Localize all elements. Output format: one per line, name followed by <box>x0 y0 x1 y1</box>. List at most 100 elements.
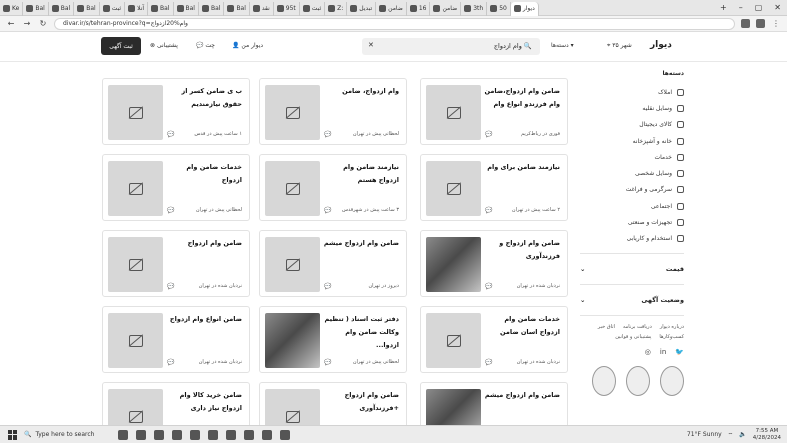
browser-tab[interactable]: 50 <box>487 1 511 16</box>
sidebar-category-item[interactable]: خانه و آشپزخانه <box>580 133 684 149</box>
browser-tab[interactable]: 95t <box>274 1 300 16</box>
listing-card[interactable]: ب ی ضامن کسر از حقوق نیازمندیم ۱ ساعت پیش… <box>102 78 250 145</box>
divar-logo[interactable]: دیوار <box>650 40 672 50</box>
samandehi-badge[interactable] <box>592 365 616 396</box>
city-selector[interactable]: ⌖ ۳۵ شهر <box>607 42 632 50</box>
browser-tab[interactable]: Bal <box>148 1 174 16</box>
sidebar-category-item[interactable]: سرگرمی و فراغت <box>580 182 684 198</box>
tab-label: ضامن <box>442 5 458 12</box>
sidebar-category-item[interactable]: تجهیزات و صنعتی <box>580 214 684 230</box>
wifi-icon[interactable]: ⌔ <box>728 431 734 439</box>
listing-card[interactable]: نیازمند ضامن وام ازدواج هستم ۳ ساعت پیش د… <box>259 154 407 221</box>
browser-tab[interactable]: 16 <box>407 1 431 16</box>
listing-card[interactable]: نیازمند ضامن برای وام ۲ ساعت پیش در تهران… <box>420 154 568 221</box>
chat-link[interactable]: 💬 چت <box>196 42 215 49</box>
price-filter[interactable]: قیمت ⌄ <box>580 260 684 278</box>
status-filter[interactable]: وضعیت آگهی ⌄ <box>580 291 684 309</box>
taskbar-app-icon[interactable] <box>136 429 146 440</box>
categories-dropdown[interactable]: دسته‌ها ▾ <box>551 42 574 49</box>
listing-card[interactable]: دفتر ثبت اسناد ( تنظیم وکالت ضامن وام از… <box>259 306 407 373</box>
maximize-icon[interactable]: ▢ <box>749 3 769 12</box>
taskbar-app-icon[interactable] <box>244 429 254 440</box>
clock[interactable]: 7:55 AM 4/28/2024 <box>753 428 781 442</box>
footer-link[interactable]: اتاق خبر <box>598 324 615 330</box>
extension-icon[interactable] <box>741 19 750 28</box>
listing-card[interactable]: خدمات ضامن وام ازدواج اسان ضامن نردبان شد… <box>420 306 568 373</box>
footer-link[interactable]: دریافت برنامه <box>623 324 652 330</box>
taskbar-app-icon[interactable] <box>280 429 290 440</box>
browser-tab-strip: Ke Bal Bal Bal ثبت آنلا Bal Bal Bal Bal نقد 95t ثبت Z… <box>0 0 787 16</box>
back-icon[interactable]: ← <box>6 19 16 28</box>
listing-card[interactable]: ضامن وام ازدواج نردبان شده در تهران 💬 <box>102 230 250 297</box>
listing-card[interactable]: ضامن انواع وام ازدواج نردبان شده در تهران… <box>102 306 250 373</box>
sidebar-category-item[interactable]: وسایل شخصی <box>580 165 684 181</box>
sidebar-category-item[interactable]: خدمات <box>580 149 684 165</box>
taskbar-app-icon[interactable] <box>172 429 182 440</box>
sidebar-category-item[interactable]: املاک <box>580 84 684 100</box>
browser-tab[interactable]: ثبت <box>100 1 126 16</box>
listing-card[interactable]: ضامن وام ازدواج،ضامن وام فرزندو انواع وا… <box>420 78 568 145</box>
taskbar-app-icon[interactable] <box>190 429 200 440</box>
search-input[interactable]: وام ازدواج 🔍 ✕ <box>362 38 540 55</box>
sidebar-category-item[interactable]: کالای دیجیتال <box>580 117 684 133</box>
taskbar-search[interactable]: 🔍 Type here to search <box>24 429 114 441</box>
browser-tab[interactable]: ضامن <box>430 1 462 16</box>
browser-tab[interactable]: نقد <box>250 1 274 16</box>
minimize-icon[interactable]: – <box>733 3 749 12</box>
listing-thumbnail-placeholder <box>108 85 163 140</box>
instagram-icon[interactable]: ◎ <box>645 348 651 356</box>
browser-tab[interactable]: دیوار <box>510 1 539 16</box>
listing-title: ضامن وام ازدواج +فرزندآوری <box>344 391 399 412</box>
no-image-icon <box>128 182 143 195</box>
forward-icon[interactable]: → <box>22 19 32 28</box>
sidebar-category-item[interactable]: استخدام و کاریابی <box>580 231 684 247</box>
post-ad-button[interactable]: ثبت آگهی <box>101 37 141 55</box>
browser-tab[interactable]: Bal <box>174 1 199 16</box>
etehadiye-badge[interactable] <box>626 365 650 396</box>
listing-card[interactable]: خدمات ضامن وام ازدواج لحظاتی پیش در تهران… <box>102 154 250 221</box>
start-button[interactable] <box>8 429 18 440</box>
linkedin-icon[interactable]: in <box>660 348 666 356</box>
sidebar-category-item[interactable]: اجتماعی <box>580 198 684 214</box>
taskbar-app-icon[interactable] <box>118 429 128 440</box>
browser-tab[interactable]: Bal <box>23 1 49 16</box>
menu-icon[interactable]: ⋮ <box>771 19 781 28</box>
browser-tab[interactable]: 3th <box>461 1 488 16</box>
volume-icon[interactable]: 🔈 <box>739 431 746 438</box>
browser-tab[interactable]: Ke <box>0 1 24 16</box>
browser-tab[interactable]: Z: <box>325 1 348 16</box>
close-window-icon[interactable]: ✕ <box>768 3 787 12</box>
reload-icon[interactable]: ↻ <box>38 19 48 28</box>
tab-favicon-icon <box>409 5 417 12</box>
footer-link[interactable]: درباره دیوار <box>660 324 684 330</box>
tab-label: Bal <box>236 5 246 12</box>
profile-icon[interactable] <box>756 19 765 28</box>
twitter-icon[interactable]: 🐦 <box>675 348 684 356</box>
listing-card[interactable]: ضامن وام ازدواج و فرزندآوری نردبان شده در… <box>420 230 568 297</box>
browser-tab[interactable]: ثبت <box>300 1 326 16</box>
listing-card[interactable]: ضامن وام ازدواج میشم دیروز در تهران 💬 <box>259 230 407 297</box>
browser-tab[interactable]: ضامن <box>376 1 407 16</box>
browser-tab[interactable]: Bal <box>74 1 100 16</box>
taskbar-app-icon[interactable] <box>154 429 164 440</box>
enamad-badge[interactable] <box>660 365 684 396</box>
sidebar-category-item[interactable]: وسایل نقلیه <box>580 100 684 116</box>
taskbar-app-icon[interactable] <box>262 429 272 440</box>
address-bar[interactable]: divar.ir/s/tehran-province?q=وام%20ازدوا… <box>54 17 735 30</box>
taskbar-app-icon[interactable] <box>208 429 218 440</box>
footer-link[interactable]: کسب‌وکارها <box>659 334 684 340</box>
chat-label: چت <box>205 42 215 49</box>
browser-tab[interactable]: Bal <box>224 1 250 16</box>
browser-tab[interactable]: تبدیل <box>347 1 377 16</box>
support-link[interactable]: ⊗ پشتیبانی <box>150 42 178 49</box>
clear-search-icon[interactable]: ✕ <box>368 41 374 49</box>
browser-tab[interactable]: Bal <box>199 1 225 16</box>
weather-status[interactable]: 71°F Sunny <box>687 431 722 438</box>
my-divar-link[interactable]: 👤 دیوار من <box>232 42 263 49</box>
browser-tab[interactable]: Bal <box>49 1 75 16</box>
listing-card[interactable]: وام ازدواج، ضامن لحظاتی پیش در تهران 💬 <box>259 78 407 145</box>
taskbar-app-icon[interactable] <box>226 429 236 440</box>
browser-tab[interactable]: آنلا <box>125 1 149 16</box>
new-tab-icon[interactable]: + <box>714 3 733 12</box>
footer-link[interactable]: پشتیبانی و قوانین <box>615 334 651 340</box>
